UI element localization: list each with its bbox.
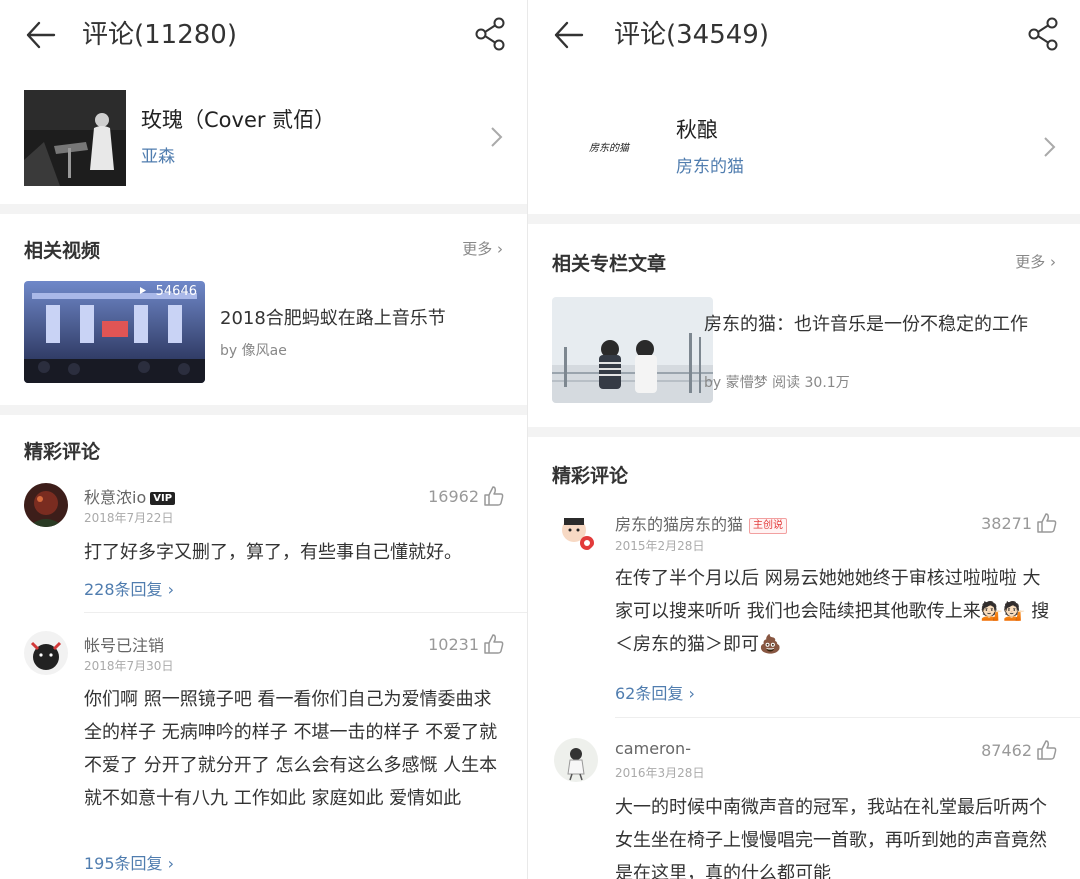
song-name: 玫瑰（Cover 贰佰） xyxy=(141,108,336,132)
section-divider xyxy=(528,214,1080,224)
like-count: 38271 xyxy=(981,513,1032,533)
avatar[interactable] xyxy=(554,738,598,782)
share-icon[interactable] xyxy=(1026,16,1060,52)
comment-nickname[interactable]: 秋意浓io VIP xyxy=(84,484,176,508)
avatar[interactable] xyxy=(24,483,68,527)
page-title: 评论(34549) xyxy=(614,20,769,50)
chevron-right-icon: › xyxy=(688,684,695,703)
comment-nickname[interactable]: 帐号已注销 xyxy=(84,632,164,656)
chevron-right-icon[interactable] xyxy=(1042,136,1056,158)
more-label: 更多 xyxy=(1015,253,1046,271)
video-author: by 像风ae xyxy=(220,343,287,359)
creator-badge: 主创说 xyxy=(749,518,788,534)
article-thumbnail[interactable] xyxy=(552,297,713,403)
page-title: 评论(11280) xyxy=(82,20,237,50)
comment-item: cameron- 2016年3月28日 87462 大一的时候中南微声音的冠军，… xyxy=(528,734,1080,879)
video-title[interactable]: 2018合肥蚂蚁在路上音乐节 xyxy=(220,305,446,333)
song-artist[interactable]: 亚森 xyxy=(141,142,175,167)
reply-count-link[interactable]: 228条回复 › xyxy=(84,576,174,600)
comment-date: 2018年7月30日 xyxy=(84,659,174,673)
album-cover xyxy=(24,90,126,186)
chevron-right-icon: › xyxy=(167,580,175,599)
like-button[interactable]: 16962 xyxy=(428,485,505,507)
like-button[interactable]: 38271 xyxy=(981,512,1058,534)
back-arrow-icon[interactable] xyxy=(552,18,586,52)
cover-text: 房东的猫 xyxy=(589,143,629,154)
chevron-right-icon: › xyxy=(1050,253,1056,271)
featured-comments-title: 精彩评论 xyxy=(24,441,101,463)
related-articles-title: 相关专栏文章 xyxy=(552,253,667,275)
avatar[interactable] xyxy=(554,510,598,554)
thumbs-up-icon xyxy=(484,486,504,506)
header: 评论(34549) xyxy=(528,0,1080,78)
chevron-right-icon: › xyxy=(497,240,503,258)
chevron-right-icon: › xyxy=(167,854,175,873)
comment-content: 你们啊 照一照镜子吧 看一看你们自己为爱情委曲求全的样子 无病呻吟的样子 不堪一… xyxy=(84,689,498,809)
reply-count-link[interactable]: 195条回复 › xyxy=(84,850,174,874)
section-divider xyxy=(0,405,527,415)
section-divider xyxy=(528,427,1080,437)
song-name: 秋酿 xyxy=(676,118,718,142)
comment-nickname[interactable]: 房东的猫房东的猫 主创说 xyxy=(615,511,788,535)
like-count: 16962 xyxy=(428,486,479,506)
left-comments-screen: 评论(11280) 玫瑰（Cover 贰佰） 亚森 相关视频 更多 › 5464… xyxy=(0,0,527,879)
avatar[interactable] xyxy=(24,631,68,675)
video-thumbnail[interactable]: 54646 xyxy=(24,281,205,383)
section-divider xyxy=(0,204,527,214)
more-link[interactable]: 更多 › xyxy=(462,238,503,259)
like-count: 10231 xyxy=(428,634,479,654)
more-link[interactable]: 更多 › xyxy=(1015,251,1056,272)
play-count: 54646 xyxy=(155,284,197,299)
song-artist[interactable]: 房东的猫 xyxy=(676,152,744,177)
comment-item: 房东的猫房东的猫 主创说 2015年2月28日 38271 在传了半个月以后 网易… xyxy=(528,506,1080,718)
header: 评论(11280) xyxy=(0,0,527,78)
comment-date: 2018年7月22日 xyxy=(84,511,174,525)
comment-item: 秋意浓io VIP 2018年7月22日 16962 打了好多字又删了，算了，有些… xyxy=(0,480,527,613)
chevron-right-icon[interactable] xyxy=(489,126,503,148)
article-author: by 蒙懵梦 阅读 30.1万 xyxy=(704,375,850,391)
comment-item: 帐号已注销 2018年7月30日 10231 你们啊 照一照镜子吧 看一看你们自… xyxy=(0,628,527,878)
back-arrow-icon[interactable] xyxy=(24,18,58,52)
comment-content: 打了好多字又删了，算了，有些事自己懂就好。 xyxy=(84,542,462,563)
comment-divider xyxy=(615,717,1080,718)
like-button[interactable]: 87462 xyxy=(981,739,1058,761)
thumbs-up-icon xyxy=(1037,513,1057,533)
comment-divider xyxy=(84,612,527,613)
album-cover: 房东的猫 xyxy=(552,98,654,194)
comment-content: 在传了半个月以后 网易云她她她终于审核过啦啦啦 大家可以搜来听听 我们也会陆续把… xyxy=(615,568,1050,655)
reply-count-link[interactable]: 62条回复 › xyxy=(615,680,695,704)
related-video-title: 相关视频 xyxy=(24,240,101,262)
comment-date: 2015年2月28日 xyxy=(615,539,705,553)
more-label: 更多 xyxy=(462,240,493,258)
comment-date: 2016年3月28日 xyxy=(615,766,705,780)
article-title[interactable]: 房东的猫：也许音乐是一份不稳定的工作 xyxy=(704,311,1054,339)
share-icon[interactable] xyxy=(473,16,507,52)
comment-content: 大一的时候中南微声音的冠军，我站在礼堂最后听两个女生坐在椅子上慢慢唱完一首歌，再… xyxy=(615,797,1047,879)
nickname-text: 秋意浓io xyxy=(84,488,147,507)
nickname-text: 房东的猫房东的猫 xyxy=(615,515,744,534)
thumbs-up-icon xyxy=(484,634,504,654)
right-comments-screen: 评论(34549) 房东的猫 秋酿 房东的猫 相关专栏文章 更多 › 房东的猫：… xyxy=(527,0,1080,879)
featured-comments-title: 精彩评论 xyxy=(552,465,629,487)
song-card[interactable]: 房东的猫 秋酿 房东的猫 xyxy=(528,78,1080,214)
reply-count: 195条回复 xyxy=(84,854,163,873)
like-count: 87462 xyxy=(981,740,1032,760)
song-card[interactable]: 玫瑰（Cover 贰佰） 亚森 xyxy=(0,78,527,204)
reply-count: 228条回复 xyxy=(84,580,163,599)
reply-count: 62条回复 xyxy=(615,684,684,703)
like-button[interactable]: 10231 xyxy=(428,633,505,655)
vip-badge: VIP xyxy=(150,492,176,505)
comment-nickname[interactable]: cameron- xyxy=(615,739,691,758)
thumbs-up-icon xyxy=(1037,740,1057,760)
